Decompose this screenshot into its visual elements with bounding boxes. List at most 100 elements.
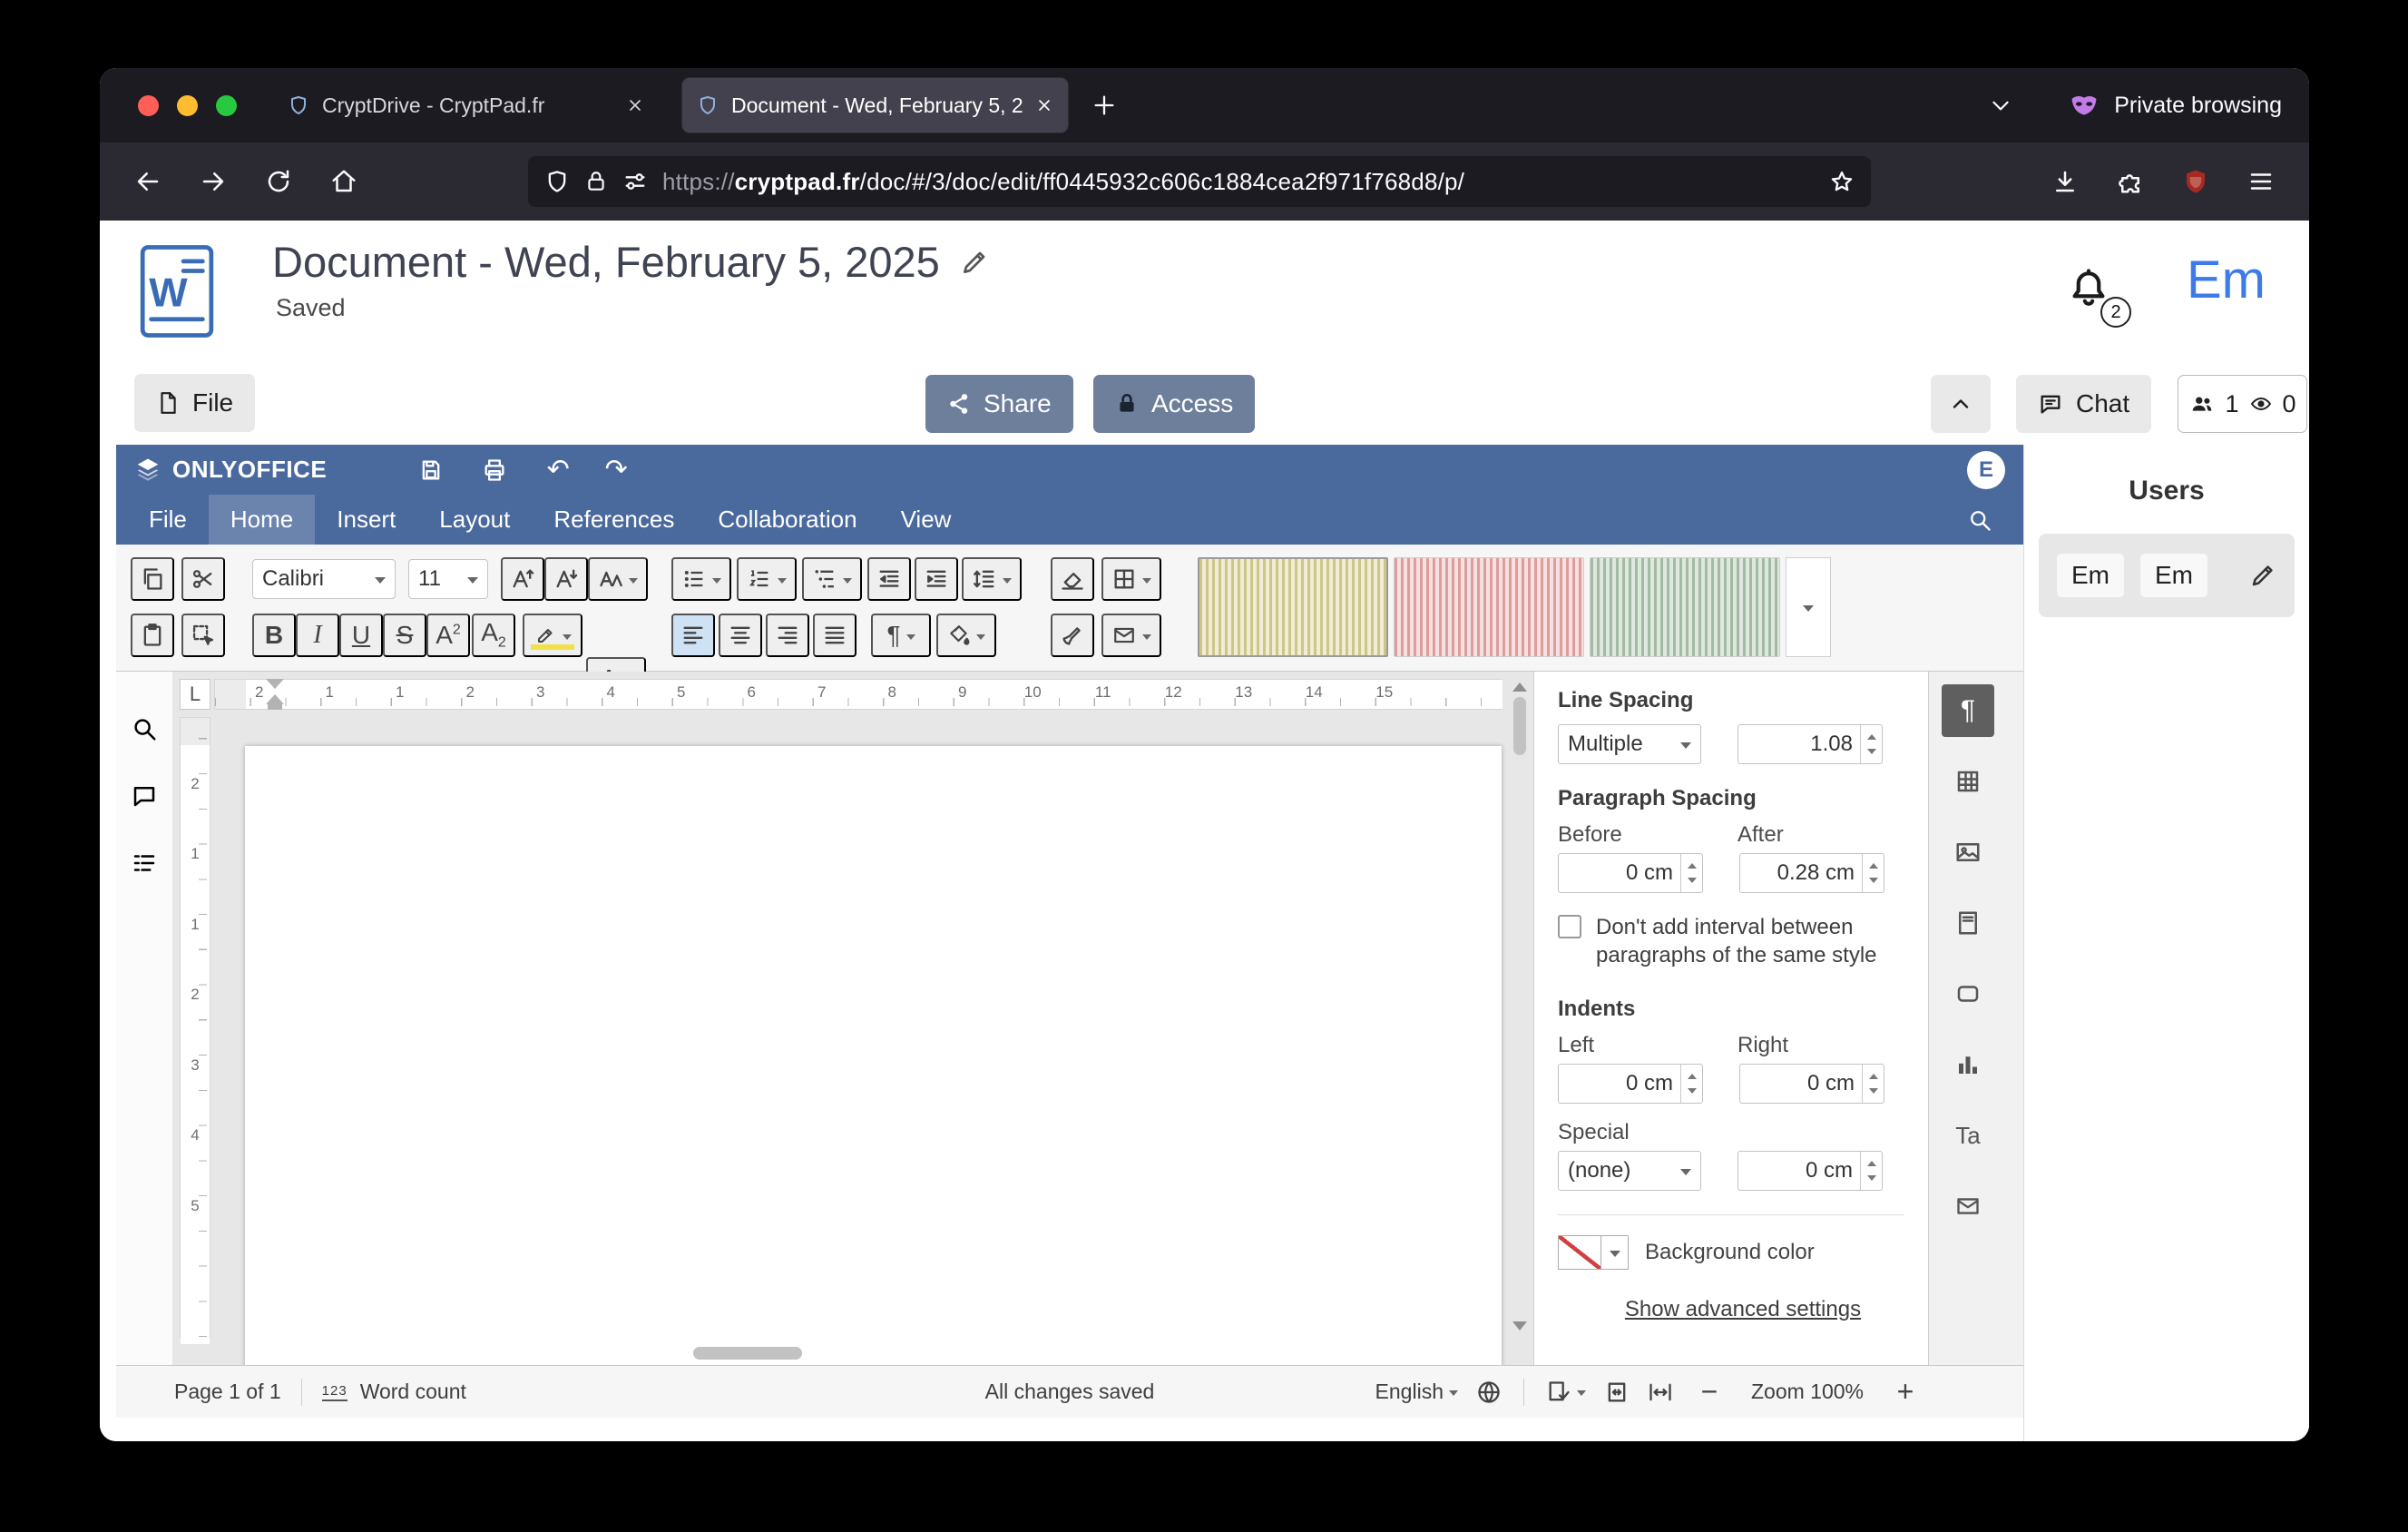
new-tab-button[interactable]: [1081, 82, 1128, 129]
tab-stop-selector[interactable]: L: [180, 679, 210, 710]
spin-up-icon[interactable]: [1869, 859, 1878, 869]
menu-tab[interactable]: References: [532, 495, 696, 545]
background-color-swatch[interactable]: [1558, 1235, 1601, 1270]
participants-button[interactable]: 1 0: [2178, 375, 2307, 433]
spinner-buttons[interactable]: [1860, 725, 1882, 763]
menu-button[interactable]: [2235, 155, 2287, 208]
menu-tab[interactable]: Collaboration: [696, 495, 878, 545]
spacing-before-spinner[interactable]: 0 cm: [1558, 853, 1703, 893]
home-button[interactable]: [318, 155, 370, 208]
reload-button[interactable]: [252, 155, 305, 208]
mail-merge-button[interactable]: [1101, 614, 1161, 657]
navigation-button[interactable]: [122, 840, 167, 886]
spellcheck-button[interactable]: [1546, 1380, 1586, 1405]
page-indicator[interactable]: Page 1 of 1: [174, 1380, 281, 1404]
undo-button[interactable]: ↶: [535, 450, 581, 490]
comments-button[interactable]: [122, 773, 167, 819]
vertical-scroll-thumb[interactable]: [1513, 697, 1526, 755]
cut-button[interactable]: [181, 557, 225, 601]
align-left-button[interactable]: [671, 614, 715, 657]
document-page[interactable]: [245, 746, 1502, 1365]
decrease-font-button[interactable]: [544, 557, 588, 601]
paste-button[interactable]: [131, 614, 174, 657]
spin-down-icon[interactable]: [1688, 878, 1697, 888]
zoom-out-button[interactable]: −: [1691, 1375, 1728, 1409]
print-button[interactable]: [472, 450, 517, 490]
menu-tab[interactable]: Home: [209, 495, 315, 545]
word-count-label[interactable]: Word count: [360, 1380, 466, 1404]
file-menu-button[interactable]: File: [134, 374, 255, 432]
edit-user-pencil-icon[interactable]: [2249, 562, 2276, 589]
spin-down-icon[interactable]: [1688, 1088, 1697, 1098]
shading-button[interactable]: [936, 614, 996, 657]
globe-icon[interactable]: [1476, 1380, 1502, 1405]
fit-width-icon[interactable]: [1648, 1380, 1673, 1405]
chat-button[interactable]: Chat: [2016, 375, 2151, 433]
spin-up-icon[interactable]: [1688, 1069, 1697, 1079]
spin-up-icon[interactable]: [1867, 1156, 1876, 1166]
find-button[interactable]: [122, 706, 167, 751]
styles-gallery-expand-button[interactable]: [1786, 557, 1831, 657]
first-line-indent-marker[interactable]: [266, 679, 284, 689]
increase-font-button[interactable]: [501, 557, 544, 601]
copy-style-button[interactable]: [1051, 614, 1094, 657]
special-amount-spinner[interactable]: 0 cm: [1737, 1151, 1883, 1191]
spin-down-icon[interactable]: [1867, 1175, 1876, 1185]
show-advanced-settings-link[interactable]: Show advanced settings: [1593, 1297, 1893, 1322]
multilevel-list-button[interactable]: [802, 557, 862, 601]
tracking-shield-icon[interactable]: [544, 169, 570, 194]
zoom-in-button[interactable]: +: [1887, 1375, 1923, 1409]
text-art-settings-tab[interactable]: Ta: [1942, 1109, 1994, 1162]
image-settings-tab[interactable]: [1942, 826, 1994, 879]
scroll-down-arrow[interactable]: [1512, 1321, 1527, 1338]
bold-button[interactable]: B: [252, 614, 296, 657]
redo-button[interactable]: ↷: [593, 450, 639, 490]
bullets-button[interactable]: [671, 557, 731, 601]
vertical-ruler[interactable]: 2112345: [180, 717, 210, 1338]
horizontal-ruler[interactable]: 21123456789101112131415: [214, 679, 1503, 710]
bookmark-star-icon[interactable]: [1829, 169, 1855, 194]
access-button[interactable]: Access: [1093, 375, 1255, 433]
chart-settings-tab[interactable]: [1942, 1038, 1994, 1091]
forward-button[interactable]: [187, 155, 240, 208]
indent-right-spinner[interactable]: 0 cm: [1739, 1064, 1884, 1104]
list-all-tabs-button[interactable]: [1978, 83, 2023, 128]
minimize-window-button[interactable]: [177, 95, 198, 116]
spin-up-icon[interactable]: [1867, 730, 1876, 740]
indent-left-spinner[interactable]: 0 cm: [1558, 1064, 1703, 1104]
downloads-button[interactable]: [2039, 155, 2091, 208]
shape-settings-tab[interactable]: [1942, 967, 1994, 1020]
notifications-button[interactable]: 2: [2066, 264, 2120, 324]
increase-indent-button[interactable]: [915, 557, 958, 601]
share-button[interactable]: Share: [925, 375, 1073, 433]
save-button[interactable]: [408, 450, 454, 490]
ublock-button[interactable]: [2169, 155, 2222, 208]
scroll-up-arrow[interactable]: [1512, 675, 1527, 692]
editor-search-button[interactable]: [1960, 500, 2000, 540]
line-spacing-button[interactable]: [962, 557, 1022, 601]
change-case-button[interactable]: [588, 557, 648, 601]
paragraph-settings-tab[interactable]: ¶: [1942, 684, 1994, 737]
spin-down-icon[interactable]: [1869, 878, 1878, 888]
left-indent-marker[interactable]: [268, 704, 282, 710]
edit-title-pencil-icon[interactable]: [960, 248, 989, 277]
align-right-button[interactable]: [766, 614, 809, 657]
interval-checkbox[interactable]: [1558, 915, 1581, 938]
copy-button[interactable]: [131, 557, 174, 601]
subscript-button[interactable]: A2: [472, 614, 515, 657]
italic-button[interactable]: I: [296, 614, 339, 657]
maximize-window-button[interactable]: [216, 95, 237, 116]
style-thumbnail[interactable]: [1394, 557, 1584, 657]
decrease-indent-button[interactable]: [867, 557, 911, 601]
spin-down-icon[interactable]: [1867, 749, 1876, 759]
style-thumbnail[interactable]: [1590, 557, 1780, 657]
header-footer-settings-tab[interactable]: [1942, 897, 1994, 949]
horizontal-scrollbar[interactable]: [176, 1345, 1503, 1361]
menu-tab[interactable]: Layout: [417, 495, 532, 545]
line-spacing-select[interactable]: Multiple: [1558, 724, 1701, 764]
collapse-toolbar-button[interactable]: [1931, 375, 1991, 433]
menu-tab[interactable]: Insert: [315, 495, 417, 545]
hanging-indent-marker[interactable]: [266, 694, 284, 704]
mail-merge-settings-tab[interactable]: [1942, 1180, 1994, 1232]
spin-up-icon[interactable]: [1688, 859, 1697, 869]
